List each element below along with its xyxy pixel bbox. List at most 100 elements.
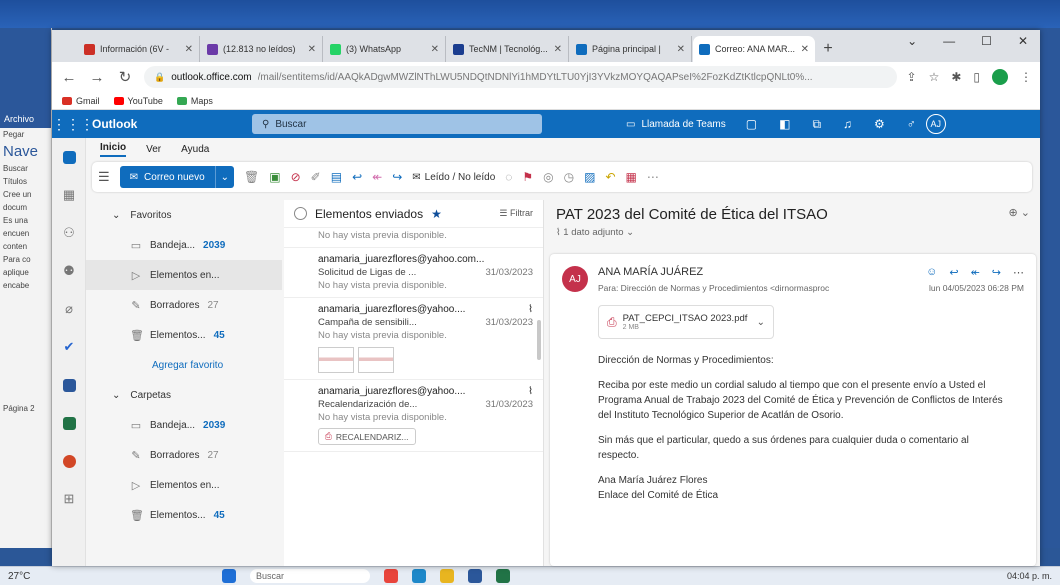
attachment-chip[interactable]: ⎙ RECALENDARIZ... [318,428,416,445]
folder-item[interactable]: 🗑 Elementos... 45 [86,320,282,350]
snooze-icon[interactable]: ◷ [564,170,574,184]
zoom-icon[interactable]: ⊕ ⌄ [1009,206,1031,223]
folder-item[interactable]: ✎ Borradores 27 [86,440,282,470]
browser-tab[interactable]: Correo: ANA MAR... ✕ [693,36,815,62]
my-day-icon[interactable]: ⧉ [812,117,821,132]
folder-item[interactable]: ▷ Elementos en... [86,260,282,290]
reload-icon[interactable]: ↻ [116,68,134,86]
attachment-thumbnail[interactable] [358,347,394,373]
new-tab-button[interactable]: + [816,36,840,62]
read-unread-button[interactable]: ✉ Leído / No leído [412,172,495,183]
share-icon[interactable]: ⇪ [907,70,917,84]
settings-gear-icon[interactable]: ⚙ [874,117,885,131]
folder-item[interactable]: ▭ Bandeja... 2039 [86,410,282,440]
close-tab-icon[interactable]: ✕ [554,44,562,55]
close-tab-icon[interactable]: ✕ [677,44,685,55]
notifications-bell-icon[interactable]: ♫ [843,117,852,131]
folders-header[interactable]: ⌄ Carpetas [86,380,282,410]
message-list-scrollbar[interactable] [537,320,541,360]
forward-action-icon[interactable]: ↪ [992,266,1001,279]
word-nav-search[interactable]: Buscar [0,162,51,175]
new-mail-dropdown[interactable]: ⌄ [216,172,234,183]
minimize-button[interactable]: — [943,34,955,48]
word-app-icon[interactable] [52,366,86,404]
teams-call-button[interactable]: ▭ Llamada de Teams [626,119,726,130]
ribbon-tab[interactable]: Inicio [100,142,127,157]
groups-app-icon[interactable]: ⚉ [52,252,86,290]
new-mail-button[interactable]: ✉ Correo nuevo ⌄ [119,166,235,188]
browser-tab[interactable]: (12.813 no leídos) ✕ [201,36,323,62]
emoji-react-icon[interactable]: ☺ [926,266,937,279]
delete-icon[interactable]: 🗑 [244,170,259,184]
undo-icon[interactable]: ↶ [605,170,615,184]
folder-icon[interactable] [440,569,454,583]
maximize-button[interactable]: ☐ [981,34,992,48]
folder-item[interactable]: ▷ Elementos en... [86,470,282,500]
pin-icon[interactable]: ◎ [543,170,553,184]
account-avatar[interactable]: AJ [925,114,946,134]
bookmark-star-icon[interactable]: ☆ [929,70,940,84]
word-icon[interactable] [468,569,482,583]
excel-app-icon[interactable] [52,404,86,442]
browser-tab[interactable]: TecNM | Tecnológ... ✕ [447,36,569,62]
taskbar-clock[interactable]: 04:04 p. m. [1007,571,1052,581]
more-actions-icon[interactable]: ⋯ [1013,266,1024,279]
close-tab-icon[interactable]: ✕ [431,44,439,55]
back-icon[interactable]: ← [60,69,78,86]
outlook-brand[interactable]: Outlook [86,117,252,131]
recipients[interactable]: Para: Dirección de Normas y Procedimient… [598,283,829,293]
favorites-header[interactable]: ⌄ Favoritos [86,200,282,230]
people-app-icon[interactable]: ⚇ [52,214,86,252]
taskbar-weather[interactable]: 27°C [8,571,208,582]
print-icon[interactable]: ▦ [626,170,637,184]
sweep-icon[interactable]: ✐ [311,170,321,184]
excel-icon[interactable] [496,569,510,583]
tab-search-icon[interactable]: ⌄ [907,34,917,48]
ribbon-tab[interactable]: Ayuda [181,144,209,155]
word-paste-label[interactable]: Pegar [0,128,51,141]
todo-app-icon[interactable]: ✔ [52,328,86,366]
word-file-tab[interactable]: Archivo [0,28,51,128]
chat-icon[interactable]: ▢ [746,117,757,131]
move-to-icon[interactable]: ▤ [331,170,342,184]
taskbar-search[interactable]: Buscar [250,569,370,583]
flag-icon[interactable]: ⚑ [522,170,533,184]
edge-icon[interactable] [412,569,426,583]
add-favorite-link[interactable]: Agregar favorito [86,350,282,380]
sidebar-icon[interactable]: ▯ [973,70,980,84]
folder-item[interactable]: ▭ Bandeja... 2039 [86,230,282,260]
reply-icon[interactable]: ↩ [352,170,362,184]
more-apps-icon[interactable]: ⊞ [52,480,86,518]
close-window-button[interactable]: ✕ [1018,34,1028,48]
calendar-app-icon[interactable]: ▦ [52,176,86,214]
report-icon[interactable]: ⊘ [291,170,301,184]
select-all-checkbox[interactable] [294,207,307,220]
lock-icon[interactable]: 🔒 [154,72,165,83]
more-options-icon[interactable]: ⋯ [647,170,659,184]
browser-tab[interactable]: Página principal | ✕ [570,36,692,62]
message-list-item[interactable]: anamaria_juarezflores@yahoo.... ⌇ Recalend… [284,380,543,452]
reply-all-action-icon[interactable]: ↞ [971,266,980,279]
bookmark-item[interactable]: YouTube [113,96,163,106]
attachment-count[interactable]: ⌇ 1 dato adjunto ⌄ [546,223,1040,242]
outlook-search-input[interactable]: ⚲ Buscar [252,114,542,134]
teams-icon[interactable]: ◧ [779,117,790,131]
browser-tab[interactable]: (3) WhatsApp ✕ [324,36,446,62]
extensions-puzzle-icon[interactable]: ✱ [951,70,961,84]
folder-item[interactable]: ✎ Borradores 27 [86,290,282,320]
favorite-star-icon[interactable]: ★ [431,207,442,221]
close-tab-icon[interactable]: ✕ [308,44,316,55]
word-headings-tab[interactable]: Títulos [0,175,51,188]
ribbon-tab[interactable]: Ver [146,144,161,155]
reply-action-icon[interactable]: ↩ [949,266,958,279]
new-mail-main[interactable]: ✉ Correo nuevo [120,166,216,188]
menu-kebab-icon[interactable]: ⋮ [1020,70,1032,84]
message-list-item[interactable]: anamaria_juarezflores@yahoo.... ⌇ Campaña … [284,298,543,380]
browser-tab[interactable]: Información (6V - ✕ [78,36,200,62]
sender-name[interactable]: ANA MARÍA JUÁREZ [598,266,703,279]
chevron-down-icon[interactable]: ⌄ [757,317,765,328]
files-app-icon[interactable]: ⌀ [52,290,86,328]
tips-icon[interactable]: ♂ [907,117,916,131]
mail-app-icon[interactable] [52,138,86,176]
hamburger-menu-icon[interactable]: ☰ [98,169,110,185]
